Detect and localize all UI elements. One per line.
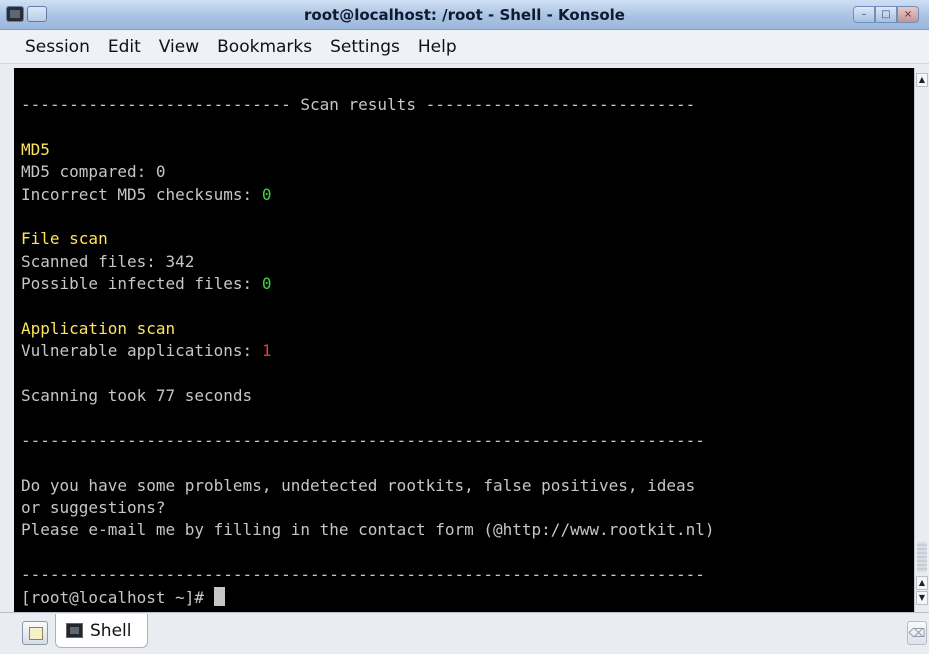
menu-edit[interactable]: Edit	[99, 37, 150, 57]
close-button[interactable]: ×	[897, 6, 919, 23]
terminal-text: Do you have some problems, undetected ro…	[21, 475, 696, 495]
menu-view[interactable]: View	[150, 37, 208, 57]
terminal-text: ----------------------------------------…	[21, 430, 705, 450]
tab-shell[interactable]: Shell	[55, 614, 148, 648]
terminal-line: Scanned files: 342	[21, 251, 715, 273]
terminal-text: 0	[261, 184, 272, 204]
terminal-text: Application scan	[21, 318, 176, 338]
terminal-line: Scanning took 77 seconds	[21, 385, 715, 407]
vertical-scrollbar[interactable]: ▲ ▲ ▼	[914, 68, 929, 612]
window-title: root@localhost: /root - Shell - Konsole	[304, 6, 625, 24]
terminal-text: ---------------------------- Scan result…	[21, 95, 696, 114]
minimize-button[interactable]: –	[853, 6, 875, 23]
scroll-up-arrow-icon[interactable]: ▲	[916, 73, 928, 87]
terminal-line: or suggestions?	[21, 497, 715, 519]
maximize-button[interactable]: □	[875, 6, 897, 23]
terminal-line: MD5 compared: 0	[21, 161, 715, 183]
menu-bar: Session Edit View Bookmarks Settings Hel…	[0, 30, 929, 64]
terminal-text: Possible infected files:	[21, 274, 262, 294]
terminal-line: ----------------------------------------…	[21, 564, 715, 586]
terminal-view[interactable]: ---------------------------- Scan result…	[14, 68, 914, 612]
terminal-text: File scan	[21, 229, 108, 249]
tab-label: Shell	[90, 620, 132, 641]
menu-session[interactable]: Session	[16, 37, 99, 57]
scroll-thumb[interactable]	[917, 542, 927, 572]
terminal-text: Please e-mail me by filling in the conta…	[21, 520, 715, 540]
terminal-text: Scanned files: 342	[21, 251, 195, 271]
terminal-text: or suggestions?	[21, 498, 166, 518]
window-controls: – □ ×	[853, 6, 919, 23]
terminal-text: MD5 compared: 0	[21, 162, 166, 182]
terminal-line: Possible infected files: 0	[21, 273, 715, 295]
terminal-line: File scan	[21, 228, 715, 250]
menu-settings[interactable]: Settings	[321, 37, 409, 57]
title-bar[interactable]: root@localhost: /root - Shell - Konsole …	[0, 0, 929, 30]
text-cursor	[213, 586, 225, 606]
terminal-line: Application scan	[21, 318, 715, 340]
terminal-line: Please e-mail me by filling in the conta…	[21, 519, 715, 541]
menu-bookmarks[interactable]: Bookmarks	[208, 37, 321, 57]
terminal-text: MD5	[21, 139, 50, 159]
terminal-icon	[66, 623, 83, 638]
new-session-button[interactable]	[22, 621, 48, 645]
terminal-text: ----------------------------------------…	[21, 565, 705, 585]
terminal-output: ---------------------------- Scan result…	[21, 94, 715, 609]
terminal-line: ----------------------------------------…	[21, 430, 715, 452]
terminal-line: Vulnerable applications: 1	[21, 340, 715, 362]
terminal-text: Scanning took 77 seconds	[21, 386, 253, 406]
terminal-line: Do you have some problems, undetected ro…	[21, 475, 715, 497]
close-session-button[interactable]: ⌫	[907, 621, 927, 645]
terminal-line: MD5	[21, 139, 715, 161]
terminal-text: 1	[261, 341, 272, 361]
shell-prompt: [root@localhost ~]#	[21, 587, 214, 607]
scroll-down-arrow-icon[interactable]: ▼	[916, 591, 928, 605]
terminal-text: Vulnerable applications:	[21, 341, 262, 361]
tab-bar: Shell ⌫	[0, 612, 929, 654]
terminal-text: Incorrect MD5 checksums:	[21, 184, 262, 204]
menu-help[interactable]: Help	[409, 37, 466, 57]
terminal-line: Incorrect MD5 checksums: 0	[21, 184, 715, 206]
scroll-up-arrow-icon[interactable]: ▲	[916, 576, 928, 590]
prompt-line[interactable]: [root@localhost ~]#	[21, 586, 715, 609]
terminal-text: 0	[261, 274, 272, 294]
terminal-line: ---------------------------- Scan result…	[21, 94, 715, 116]
